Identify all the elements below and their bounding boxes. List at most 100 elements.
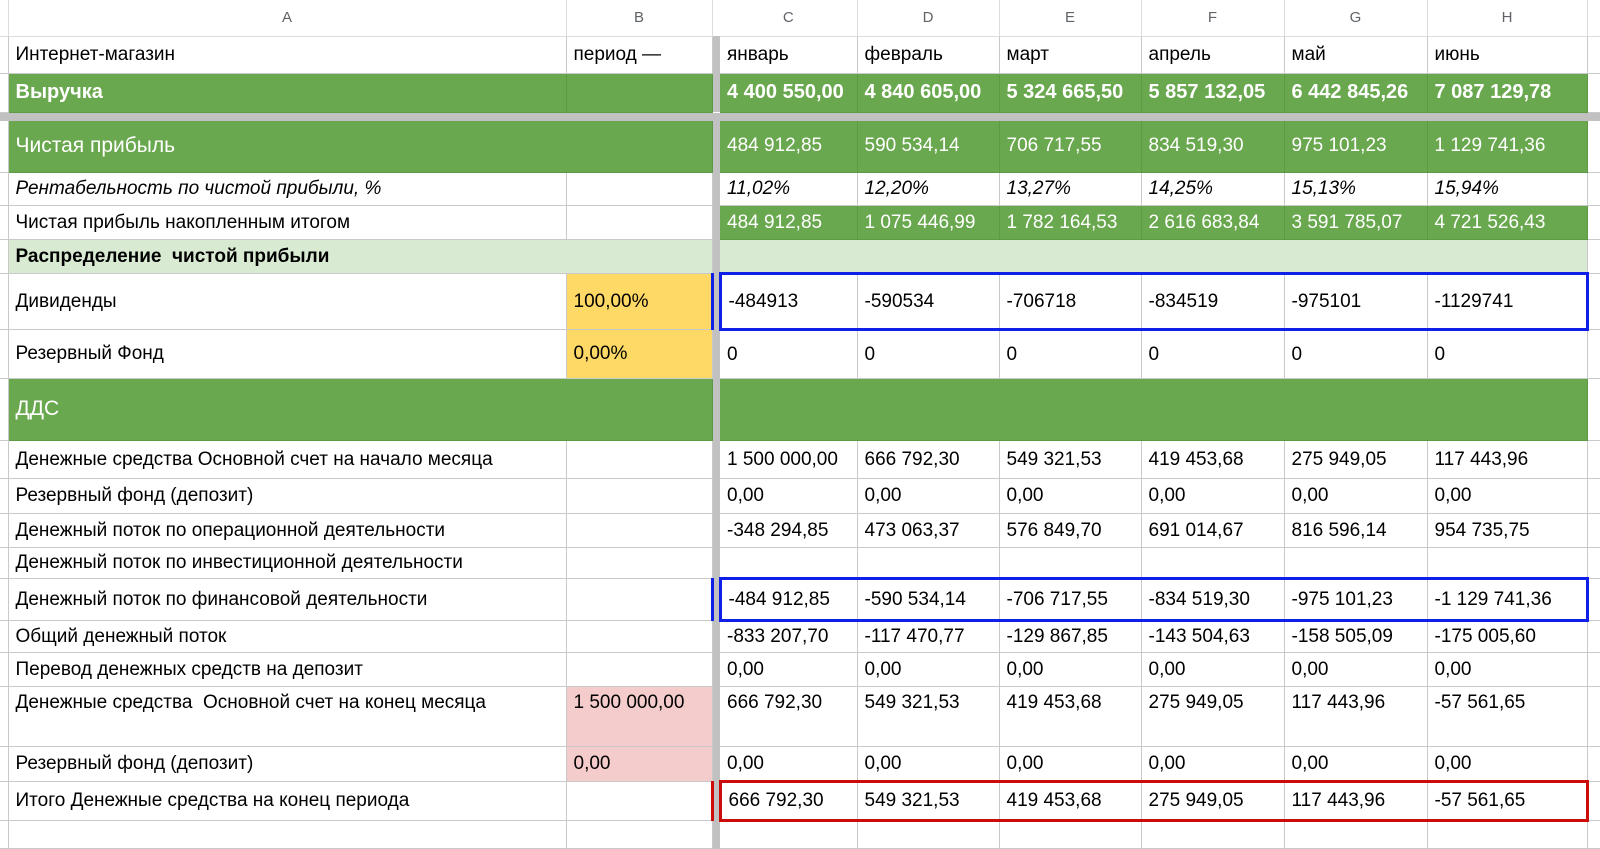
partial-cell[interactable]: [1587, 206, 1600, 240]
label-cell[interactable]: Чистая прибыль: [8, 121, 712, 173]
value-cell[interactable]: [720, 548, 857, 579]
label-cell[interactable]: Рентабельность по чистой прибыли, %: [8, 173, 566, 206]
value-cell[interactable]: 275 949,05: [1141, 687, 1284, 747]
value-cell[interactable]: 11,02%: [720, 173, 857, 206]
column-header-e[interactable]: E: [999, 0, 1141, 36]
partial-cell[interactable]: [1587, 548, 1600, 579]
label-cell[interactable]: Чистая прибыль накопленным итогом: [8, 206, 566, 240]
value-cell[interactable]: 0,00: [857, 479, 999, 514]
month-cell[interactable]: февраль: [857, 36, 999, 73]
value-cell[interactable]: 0,00: [1427, 479, 1587, 514]
partial-cell[interactable]: [1587, 479, 1600, 514]
row-header-stub[interactable]: [0, 747, 8, 782]
partial-cell[interactable]: [1587, 36, 1600, 73]
value-cell[interactable]: 117 443,96: [1284, 687, 1427, 747]
freeze-pane-vertical-divider[interactable]: [712, 653, 720, 687]
b-cell[interactable]: [566, 621, 712, 653]
row-header-stub[interactable]: [0, 330, 8, 379]
value-cell[interactable]: -57 561,65: [1427, 782, 1587, 821]
partial-cell[interactable]: [1587, 441, 1600, 479]
value-cell[interactable]: 15,13%: [1284, 173, 1427, 206]
section-band[interactable]: [720, 379, 1587, 441]
label-cell[interactable]: Денежный поток по операционной деятельно…: [8, 514, 566, 548]
empty-cell[interactable]: [999, 821, 1141, 849]
value-cell[interactable]: 3 591 785,07: [1284, 206, 1427, 240]
value-cell[interactable]: 0,00: [857, 747, 999, 782]
value-cell[interactable]: -1129741: [1427, 274, 1587, 330]
value-cell[interactable]: 975 101,23: [1284, 121, 1427, 173]
row-header-stub[interactable]: [0, 121, 8, 173]
value-cell[interactable]: 0: [857, 330, 999, 379]
value-cell[interactable]: -158 505,09: [1284, 621, 1427, 653]
label-cell[interactable]: Резервный Фонд: [8, 330, 566, 379]
value-cell[interactable]: -1 129 741,36: [1427, 579, 1587, 621]
month-cell[interactable]: май: [1284, 36, 1427, 73]
partial-cell[interactable]: [1587, 782, 1600, 821]
value-cell[interactable]: -975101: [1284, 274, 1427, 330]
value-cell[interactable]: -975 101,23: [1284, 579, 1427, 621]
partial-cell[interactable]: [1587, 621, 1600, 653]
partial-cell[interactable]: [1587, 121, 1600, 173]
freeze-pane-vertical-divider[interactable]: [712, 330, 720, 379]
value-cell[interactable]: 666 792,30: [857, 441, 999, 479]
value-cell[interactable]: 0: [720, 330, 857, 379]
freeze-pane-vertical-divider[interactable]: [712, 73, 720, 112]
label-cell[interactable]: Распределение чистой прибыли: [8, 240, 712, 274]
value-cell[interactable]: -706 717,55: [999, 579, 1141, 621]
label-cell[interactable]: Дивиденды: [8, 274, 566, 330]
value-cell[interactable]: 0,00: [1141, 653, 1284, 687]
value-cell[interactable]: -590 534,14: [857, 579, 999, 621]
value-cell[interactable]: 4 840 605,00: [857, 73, 999, 112]
value-cell[interactable]: 484 912,85: [720, 206, 857, 240]
freeze-pane-vertical-divider[interactable]: [712, 121, 720, 173]
partial-cell[interactable]: [1587, 173, 1600, 206]
value-cell[interactable]: 1 075 446,99: [857, 206, 999, 240]
b-cell[interactable]: [566, 206, 712, 240]
value-cell[interactable]: 816 596,14: [1284, 514, 1427, 548]
value-cell[interactable]: 275 949,05: [1284, 441, 1427, 479]
partial-cell[interactable]: [1587, 73, 1600, 112]
partial-cell[interactable]: [1587, 821, 1600, 849]
empty-cell[interactable]: [1284, 821, 1427, 849]
row-header-stub[interactable]: [0, 441, 8, 479]
freeze-pane-vertical-divider[interactable]: [712, 206, 720, 240]
value-cell[interactable]: [857, 548, 999, 579]
label-cell[interactable]: Денежный поток по финансовой деятельност…: [8, 579, 566, 621]
label-cell[interactable]: ДДС: [8, 379, 712, 441]
value-cell[interactable]: 706 717,55: [999, 121, 1141, 173]
value-cell[interactable]: 14,25%: [1141, 173, 1284, 206]
value-cell[interactable]: 0,00: [1284, 747, 1427, 782]
freeze-pane-vertical-divider[interactable]: [712, 747, 720, 782]
reserve-deposit-input-cell[interactable]: 0,00: [566, 747, 712, 782]
value-cell[interactable]: 666 792,30: [720, 782, 857, 821]
row-header-stub[interactable]: [0, 782, 8, 821]
column-header-partial[interactable]: [1587, 0, 1600, 36]
row-header-stub[interactable]: [0, 36, 8, 73]
freeze-pane-vertical-divider[interactable]: [712, 687, 720, 747]
value-cell[interactable]: [999, 548, 1141, 579]
freeze-pane-vertical-divider[interactable]: [712, 36, 720, 73]
value-cell[interactable]: 473 063,37: [857, 514, 999, 548]
row-header-stub[interactable]: [0, 653, 8, 687]
dividend-share-input-cell[interactable]: 100,00%: [566, 274, 712, 330]
value-cell[interactable]: 2 616 683,84: [1141, 206, 1284, 240]
partial-cell[interactable]: [1587, 274, 1600, 330]
value-cell[interactable]: 0: [999, 330, 1141, 379]
b-cell[interactable]: [566, 548, 712, 579]
freeze-pane-vertical-divider[interactable]: [712, 479, 720, 514]
value-cell[interactable]: 7 087 129,78: [1427, 73, 1587, 112]
empty-cell[interactable]: [1141, 821, 1284, 849]
value-cell[interactable]: -484913: [720, 274, 857, 330]
value-cell[interactable]: -57 561,65: [1427, 687, 1587, 747]
value-cell[interactable]: 954 735,75: [1427, 514, 1587, 548]
value-cell[interactable]: 5 857 132,05: [1141, 73, 1284, 112]
value-cell[interactable]: 834 519,30: [1141, 121, 1284, 173]
value-cell[interactable]: 275 949,05: [1141, 782, 1284, 821]
value-cell[interactable]: 0,00: [720, 653, 857, 687]
partial-cell[interactable]: [1587, 330, 1600, 379]
value-cell[interactable]: -590534: [857, 274, 999, 330]
label-cell[interactable]: Денежные средства Основной счет на конец…: [8, 687, 566, 747]
row-header-stub[interactable]: [0, 514, 8, 548]
partial-cell[interactable]: [1587, 747, 1600, 782]
row-header-stub[interactable]: [0, 548, 8, 579]
